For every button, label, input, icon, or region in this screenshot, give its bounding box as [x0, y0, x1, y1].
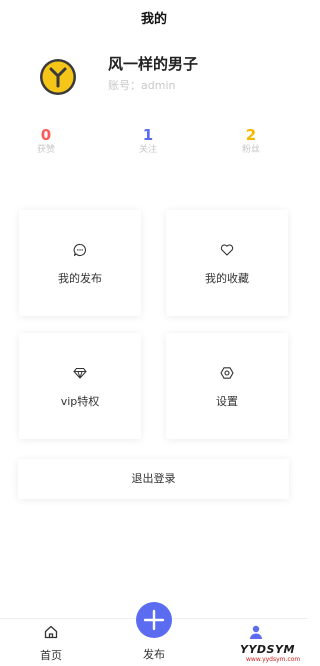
menu-vip-label: vip特权 — [60, 395, 100, 408]
stat-following-label: 关注 — [138, 145, 157, 155]
plus-icon — [143, 609, 165, 631]
menu-settings-label: 设置 — [216, 395, 238, 408]
profile-section: 风一样的男子 账号：admin — [0, 44, 308, 114]
watermark-logo: YYDSYM www.yydsym.com — [240, 643, 304, 665]
chat-bubble-icon — [19, 242, 141, 258]
tab-publish-label: 发布 — [143, 648, 165, 661]
watermark-main-text: YYDSYM — [240, 643, 295, 656]
page-title: 我的 — [140, 12, 167, 27]
publish-button[interactable] — [136, 602, 172, 638]
avatar-logo-icon — [40, 59, 76, 95]
stat-following[interactable]: 1 关注 — [118, 126, 178, 156]
watermark-sub-text: www.yydsym.com — [246, 656, 301, 663]
logout-button[interactable]: 退出登录 — [18, 459, 289, 499]
stats-row: 0 获赞 1 关注 2 粉丝 — [0, 126, 308, 166]
menu-my-posts[interactable]: 我的发布 — [19, 210, 141, 316]
heart-icon — [166, 242, 288, 258]
account-id: 账号：admin — [108, 79, 176, 92]
top-bar: 我的 — [0, 0, 308, 34]
stat-followers[interactable]: 2 粉丝 — [221, 126, 281, 156]
avatar[interactable] — [39, 58, 77, 96]
settings-hexagon-icon — [166, 365, 288, 381]
user-icon — [226, 624, 286, 640]
menu-vip[interactable]: vip特权 — [19, 333, 141, 439]
stat-likes-label: 获赞 — [36, 145, 55, 155]
stat-following-value: 1 — [142, 126, 154, 144]
diamond-icon — [19, 365, 141, 381]
menu-settings[interactable]: 设置 — [166, 333, 288, 439]
menu-my-favorites-label: 我的收藏 — [205, 272, 249, 285]
stat-followers-label: 粉丝 — [241, 145, 260, 155]
stat-likes[interactable]: 0 获赞 — [16, 126, 76, 156]
home-icon — [21, 624, 81, 640]
username: 风一样的男子 — [108, 55, 199, 73]
menu-my-favorites[interactable]: 我的收藏 — [166, 210, 288, 316]
stat-followers-value: 2 — [245, 126, 257, 144]
tab-home[interactable]: 首页 — [21, 619, 81, 666]
menu-my-posts-label: 我的发布 — [58, 272, 102, 285]
tab-home-label: 首页 — [40, 649, 62, 662]
stat-likes-value: 0 — [40, 126, 52, 144]
